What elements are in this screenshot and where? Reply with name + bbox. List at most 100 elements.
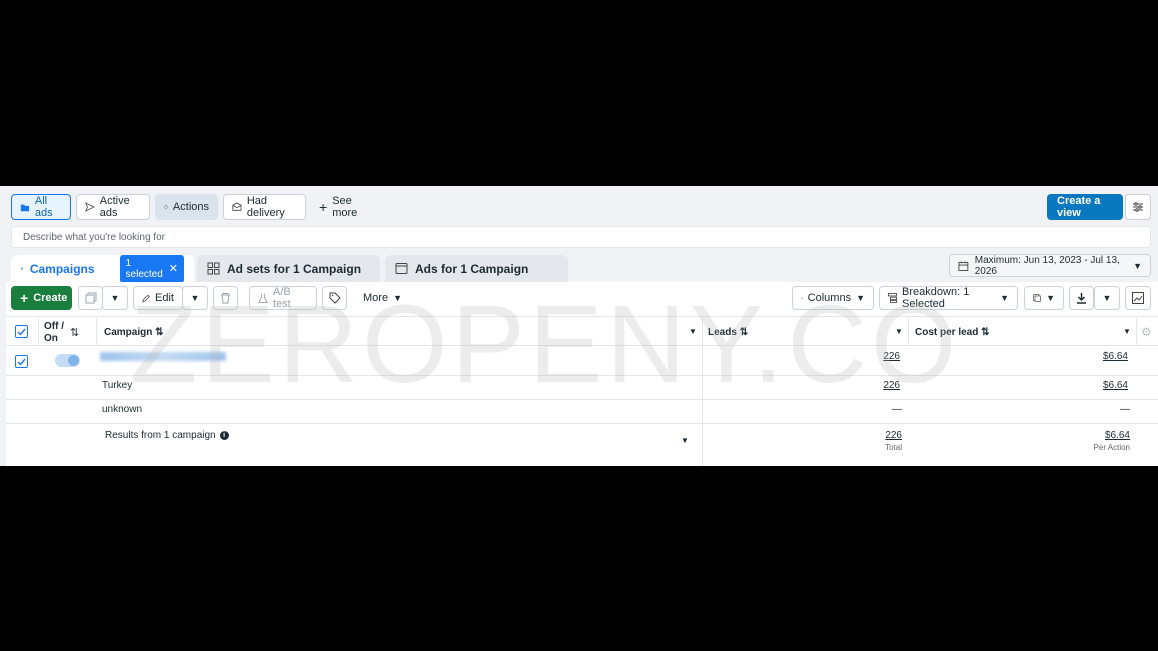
summary-leads[interactable]: 226	[846, 430, 902, 441]
column-divider	[908, 316, 909, 346]
all-ads-chip[interactable]: All ads	[11, 194, 71, 220]
chart-icon	[1132, 292, 1144, 304]
breakdown-label: Turkey	[102, 380, 133, 391]
duplicate-button[interactable]	[78, 286, 103, 310]
more-button[interactable]: More ▼	[355, 286, 405, 310]
chevron-down-icon: ▼	[1046, 293, 1055, 303]
folder-icon	[20, 204, 30, 211]
send-icon	[85, 202, 95, 212]
toolbar: + Create ▼ Edit ▼ A/B test More ▼ Column…	[6, 282, 1158, 316]
active-ads-chip[interactable]: Active ads	[76, 194, 150, 220]
tab-ads[interactable]: Ads for 1 Campaign	[385, 255, 568, 282]
duplicate-icon	[85, 292, 96, 304]
cost-value[interactable]: $6.64	[1056, 351, 1128, 362]
export-button[interactable]	[1069, 286, 1094, 310]
breakdown-button[interactable]: Breakdown: 1 Selected ▼	[879, 286, 1018, 310]
reports-button[interactable]: ▼	[1024, 286, 1064, 310]
select-all-checkbox[interactable]	[15, 325, 28, 338]
chevron-down-icon: ▼	[393, 293, 402, 303]
edit-dropdown[interactable]: ▼	[182, 286, 208, 310]
tag-icon	[329, 292, 341, 304]
actions-chip[interactable]: Actions	[155, 194, 218, 220]
chevron-down-icon: ▼	[110, 293, 120, 303]
had-delivery-chip[interactable]: Had delivery	[223, 194, 306, 220]
search-input[interactable]: Describe what you're looking for	[11, 226, 1151, 248]
off-on-header[interactable]: Off / On	[44, 321, 64, 345]
sliders-icon	[1133, 202, 1143, 212]
summary-row: Results from 1 campaign i ▼ 226 Total $6…	[6, 424, 1158, 466]
row-checkbox[interactable]	[15, 355, 28, 368]
campaign-name-blurred[interactable]	[100, 352, 226, 361]
plus-icon: +	[20, 290, 29, 306]
filter-settings-button[interactable]	[1125, 194, 1151, 220]
cost-value[interactable]: $6.64	[1056, 380, 1128, 391]
info-icon[interactable]: i	[219, 431, 229, 440]
tab-ad-sets[interactable]: Ad sets for 1 Campaign	[197, 255, 380, 282]
chevron-down-icon: ▼	[856, 293, 865, 303]
table-row[interactable]: 226 $6.64	[6, 346, 1158, 376]
filter-row: All ads Active ads Actions Had delivery …	[11, 194, 1151, 220]
tag-button[interactable]	[322, 286, 347, 310]
ad-icon	[395, 263, 408, 274]
pencil-icon	[142, 294, 150, 302]
chevron-down-icon[interactable]: ▼	[1123, 327, 1131, 336]
see-more-button[interactable]: + See more	[311, 194, 381, 220]
charts-button[interactable]	[1125, 286, 1151, 310]
summary-label: Results from 1 campaign i	[105, 430, 229, 441]
cost-per-lead-header[interactable]: Cost per lead ⇅	[915, 327, 990, 338]
summary-cost[interactable]: $6.64	[1056, 430, 1130, 441]
columns-button[interactable]: Columns ▼	[792, 286, 874, 310]
envelope-icon	[232, 202, 242, 211]
summary-leads-sub: Total	[885, 443, 902, 452]
date-range-picker[interactable]: Maximum: Jun 13, 2023 - Jul 13, 2026 ▼	[949, 254, 1151, 277]
chevron-down-icon: ▼	[1000, 293, 1009, 303]
check-icon	[17, 328, 26, 336]
table-row: unknown — —	[6, 400, 1158, 424]
plus-icon: +	[319, 199, 328, 215]
duplicate-dropdown[interactable]: ▼	[102, 286, 128, 310]
export-dropdown[interactable]: ▼	[1094, 286, 1120, 310]
cost-value: —	[1120, 404, 1130, 415]
close-icon[interactable]: ✕	[169, 262, 178, 275]
check-icon	[17, 358, 26, 366]
edit-button[interactable]: Edit	[133, 286, 183, 310]
delete-button[interactable]	[213, 286, 238, 310]
column-divider	[96, 316, 97, 346]
create-button[interactable]: + Create	[11, 286, 72, 310]
leads-value: —	[892, 404, 902, 415]
campaign-table: Off / On ⇅ Campaign ⇅ ▼ Leads ⇅ ▼ Cost p…	[6, 316, 1158, 466]
trash-icon	[221, 293, 230, 304]
gauge-icon	[164, 205, 168, 209]
sort-icon: ⇅	[981, 327, 990, 338]
summary-cost-sub: Per Action	[1093, 443, 1130, 452]
chevron-down-icon: ▼	[1133, 260, 1142, 271]
chevron-down-icon: ▼	[190, 293, 200, 303]
ad-sets-icon	[207, 262, 220, 275]
chevron-down-icon[interactable]: ▼	[689, 327, 697, 336]
create-view-button[interactable]: Create a view	[1047, 194, 1123, 220]
ab-test-button[interactable]: A/B test	[249, 286, 317, 310]
selected-badge[interactable]: 1 selected ✕	[119, 254, 184, 283]
sort-icon[interactable]: ⇅	[70, 326, 79, 339]
leads-value[interactable]: 226	[846, 351, 900, 362]
flask-icon	[258, 293, 268, 303]
columns-icon	[801, 297, 803, 299]
campaign-header[interactable]: Campaign ⇅	[104, 327, 164, 338]
table-row: Turkey 226 $6.64	[6, 376, 1158, 400]
ads-manager: All ads Active ads Actions Had delivery …	[0, 186, 1158, 466]
sort-icon: ⇅	[155, 327, 164, 338]
column-divider	[1136, 316, 1137, 346]
column-divider	[38, 316, 39, 346]
calendar-icon	[958, 261, 969, 271]
report-icon	[1033, 294, 1041, 302]
breakdown-label: unknown	[102, 404, 143, 415]
table-header: Off / On ⇅ Campaign ⇅ ▼ Leads ⇅ ▼ Cost p…	[6, 316, 1158, 346]
campaign-toggle[interactable]	[55, 354, 80, 367]
tab-campaigns[interactable]: Campaigns 1 selected ✕	[11, 254, 194, 283]
chevron-down-icon[interactable]: ▼	[895, 327, 903, 336]
chevron-down-icon: ▼	[1102, 293, 1112, 303]
chevron-down-icon[interactable]: ▼	[681, 436, 689, 445]
leads-value[interactable]: 226	[846, 380, 900, 391]
settings-gear-icon[interactable]: ⚙	[1141, 325, 1152, 339]
leads-header[interactable]: Leads ⇅	[708, 327, 748, 338]
